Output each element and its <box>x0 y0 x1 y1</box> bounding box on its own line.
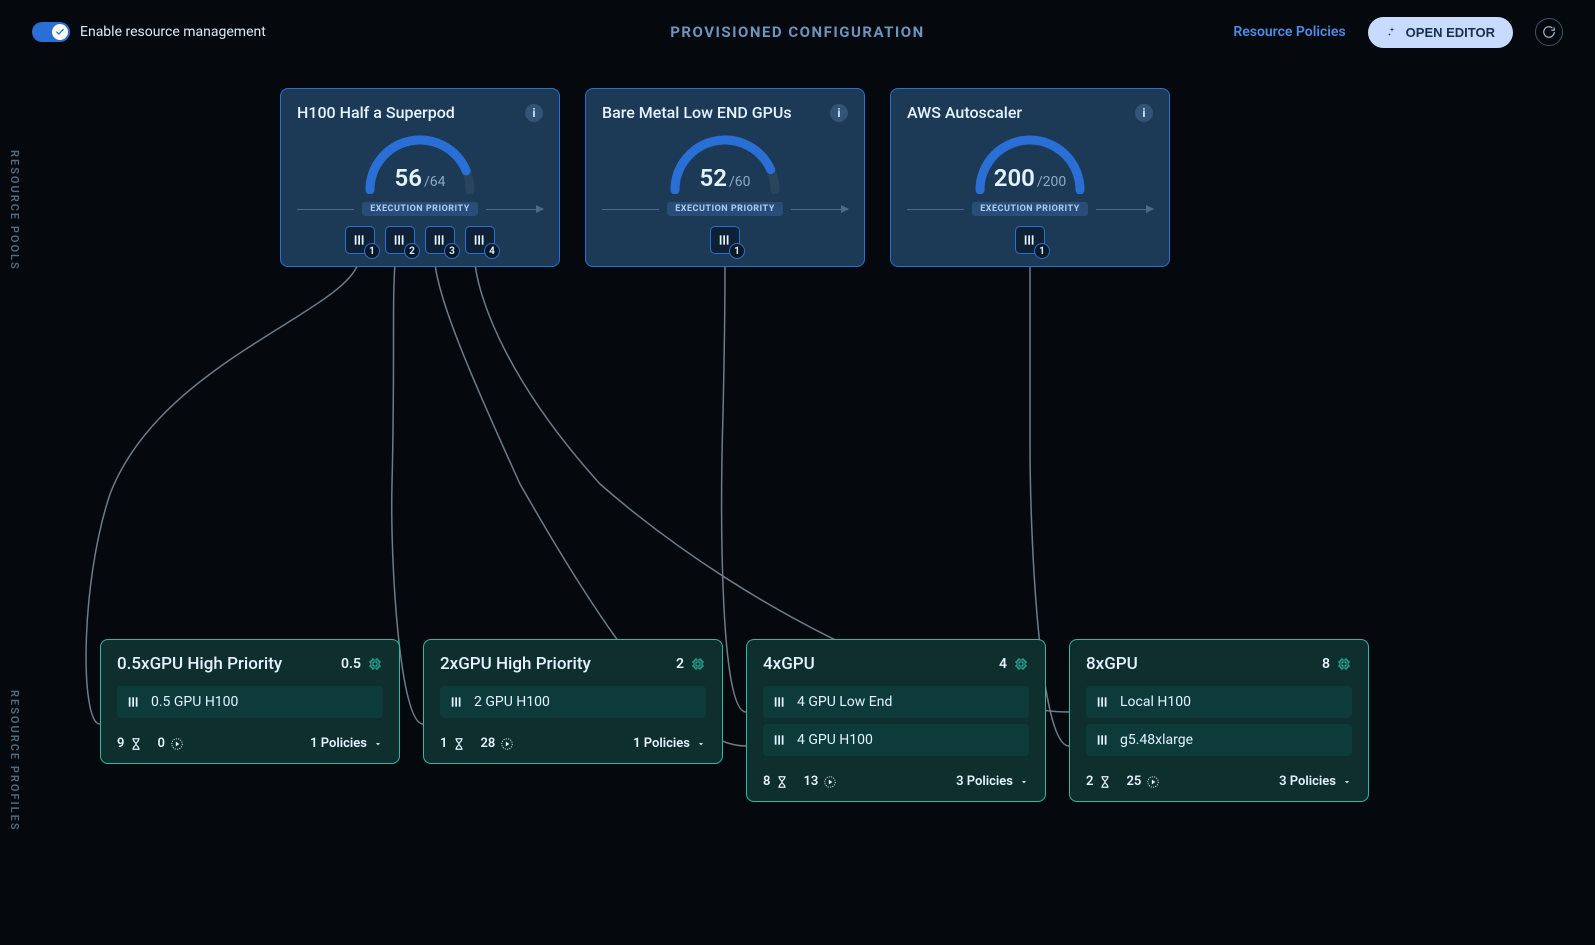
usage-gauge: 56/64 <box>360 132 480 194</box>
side-label-pools: RESOURCE POOLS <box>8 150 21 271</box>
queue-chip[interactable]: 3 <box>425 226 455 254</box>
pending-stat: 8 <box>763 774 789 789</box>
wand-icon <box>1386 26 1398 38</box>
policies-dropdown[interactable]: 3 Policies <box>956 774 1029 789</box>
gpu-count: 4 <box>999 656 1029 672</box>
execution-priority-row: EXECUTION PRIORITY <box>907 202 1153 216</box>
resource-policies-link[interactable]: Resource Policies <box>1233 24 1345 40</box>
running-stat: 13 <box>803 774 837 789</box>
pending-stat: 2 <box>1086 774 1112 789</box>
enable-toggle[interactable] <box>32 22 70 42</box>
profile-item[interactable]: 4 GPU H100 <box>763 724 1029 756</box>
side-label-profiles: RESOURCE PROFILES <box>8 690 21 832</box>
profile-title: 8xGPU <box>1086 654 1138 674</box>
profile-card[interactable]: 4xGPU 4 4 GPU Low End 4 GPU H100 8 13 3 P… <box>746 639 1046 802</box>
refresh-button[interactable] <box>1535 18 1563 46</box>
profile-item[interactable]: 0.5 GPU H100 <box>117 686 383 718</box>
profile-card[interactable]: 2xGPU High Priority 2 2 GPU H100 1 28 1 … <box>423 639 723 764</box>
queue-chip[interactable]: 1 <box>710 226 740 254</box>
header: Enable resource management PROVISIONED C… <box>0 0 1595 64</box>
info-icon[interactable]: i <box>1135 104 1153 122</box>
usage-gauge: 52/60 <box>665 132 785 194</box>
check-icon <box>55 27 65 37</box>
policies-dropdown[interactable]: 3 Policies <box>1279 774 1352 789</box>
profile-item[interactable]: 2 GPU H100 <box>440 686 706 718</box>
queue-chip[interactable]: 1 <box>345 226 375 254</box>
usage-gauge: 200/200 <box>970 132 1090 194</box>
canvas: H100 Half a Superpod i 56/64 EXECUTION P… <box>40 64 1575 925</box>
pending-stat: 1 <box>440 736 466 751</box>
pool-title: AWS Autoscaler <box>907 103 1022 122</box>
profile-item[interactable]: g5.48xlarge <box>1086 724 1352 756</box>
policies-dropdown[interactable]: 1 Policies <box>633 736 706 751</box>
running-stat: 28 <box>480 736 514 751</box>
enable-toggle-label: Enable resource management <box>80 24 266 40</box>
execution-priority-row: EXECUTION PRIORITY <box>602 202 848 216</box>
pool-title: Bare Metal Low END GPUs <box>602 103 792 122</box>
refresh-icon <box>1542 25 1556 39</box>
profile-card[interactable]: 0.5xGPU High Priority 0.5 0.5 GPU H100 9… <box>100 639 400 764</box>
profile-item[interactable]: Local H100 <box>1086 686 1352 718</box>
policies-dropdown[interactable]: 1 Policies <box>310 736 383 751</box>
running-stat: 25 <box>1126 774 1160 789</box>
pool-card[interactable]: AWS Autoscaler i 200/200 EXECUTION PRIOR… <box>890 88 1170 267</box>
profile-title: 0.5xGPU High Priority <box>117 654 282 674</box>
queue-chip[interactable]: 1 <box>1015 226 1045 254</box>
pool-card[interactable]: H100 Half a Superpod i 56/64 EXECUTION P… <box>280 88 560 267</box>
open-editor-button[interactable]: OPEN EDITOR <box>1368 17 1513 48</box>
profile-title: 4xGPU <box>763 654 815 674</box>
page-title: PROVISIONED CONFIGURATION <box>670 23 924 41</box>
pool-card[interactable]: Bare Metal Low END GPUs i 52/60 EXECUTIO… <box>585 88 865 267</box>
execution-priority-row: EXECUTION PRIORITY <box>297 202 543 216</box>
gpu-count: 0.5 <box>341 656 383 672</box>
pending-stat: 9 <box>117 736 143 751</box>
pool-title: H100 Half a Superpod <box>297 103 455 122</box>
gpu-count: 2 <box>676 656 706 672</box>
running-stat: 0 <box>157 736 183 751</box>
profile-card[interactable]: 8xGPU 8 Local H100 g5.48xlarge 2 25 3 Pol… <box>1069 639 1369 802</box>
gpu-count: 8 <box>1322 656 1352 672</box>
profile-title: 2xGPU High Priority <box>440 654 591 674</box>
info-icon[interactable]: i <box>525 104 543 122</box>
queue-chip[interactable]: 2 <box>385 226 415 254</box>
info-icon[interactable]: i <box>830 104 848 122</box>
profile-item[interactable]: 4 GPU Low End <box>763 686 1029 718</box>
queue-chip[interactable]: 4 <box>465 226 495 254</box>
